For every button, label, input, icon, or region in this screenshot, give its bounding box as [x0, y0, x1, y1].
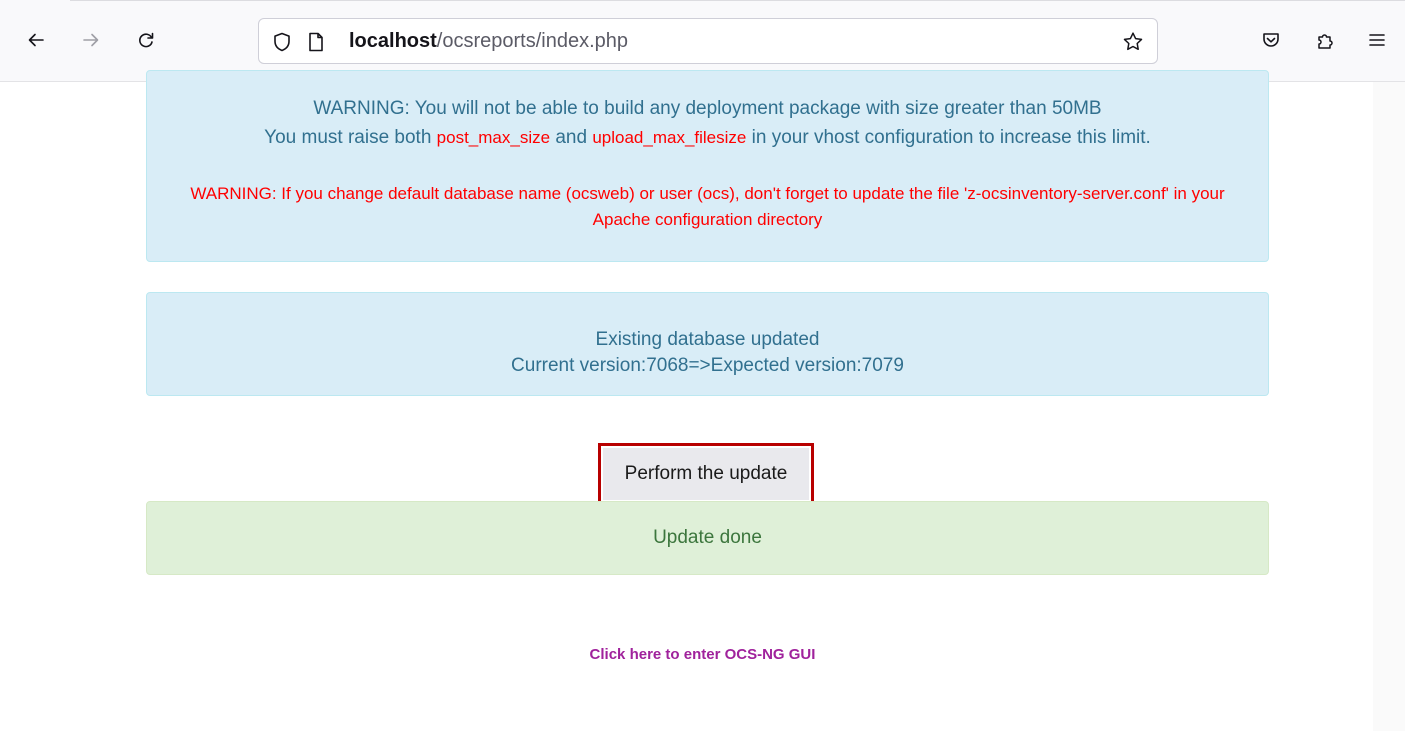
url-path: /ocsreports/index.php [436, 30, 629, 52]
address-bar[interactable]: localhost/ocsreports/index.php [258, 18, 1158, 64]
upload-limit-warning: WARNING: You will not be able to build a… [146, 70, 1269, 262]
pocket-button[interactable] [1256, 25, 1286, 55]
url-text[interactable]: localhost/ocsreports/index.php [349, 29, 628, 53]
reload-icon [139, 32, 154, 48]
upload-limit-line: WARNING: You will not be able to build a… [313, 98, 1102, 119]
database-status-alert: Existing database updated Current versio… [146, 292, 1269, 396]
reload-button[interactable] [130, 24, 162, 56]
arrow-right-icon [83, 33, 99, 47]
perform-update-button[interactable]: Perform the update [598, 443, 814, 505]
menu-button[interactable] [1362, 25, 1392, 55]
bookmark-star-icon[interactable] [1121, 30, 1145, 54]
page-info-icon[interactable] [305, 31, 327, 53]
scrollbar-track[interactable] [1373, 82, 1405, 731]
raise-limit-prefix: You must raise both [264, 127, 437, 148]
database-updated-text: Existing database updated [595, 329, 820, 350]
pocket-icon [1263, 33, 1279, 47]
update-done-text: Update done [653, 527, 762, 548]
perform-update-label[interactable]: Perform the update [603, 448, 809, 500]
extensions-button[interactable] [1310, 25, 1340, 55]
tab-strip-edge [70, 0, 1405, 1]
raise-limit-and: and [550, 127, 593, 148]
back-button[interactable] [20, 24, 52, 56]
arrow-left-icon [28, 33, 44, 47]
enter-gui-link[interactable]: Click here to enter OCS-NG GUI [0, 646, 1405, 663]
forward-button[interactable] [75, 24, 107, 56]
raise-limit-suffix: in your vhost configuration to increase … [746, 127, 1151, 148]
version-info-text: Current version:7068=>Expected version:7… [511, 355, 904, 376]
hamburger-menu-icon [1369, 34, 1385, 46]
update-success-alert: Update done [146, 501, 1269, 575]
tracking-protection-icon[interactable] [271, 31, 293, 53]
upload-max-filesize-setting: upload_max_filesize [592, 128, 747, 147]
raise-limit-line: You must raise both post_max_size and up… [147, 126, 1268, 150]
puzzle-icon [1318, 34, 1333, 49]
page-content: WARNING: You will not be able to build a… [0, 70, 1405, 731]
db-config-warning: WARNING: If you change default database … [190, 184, 1225, 229]
url-host: localhost [349, 30, 437, 52]
post-max-size-setting: post_max_size [436, 128, 551, 147]
